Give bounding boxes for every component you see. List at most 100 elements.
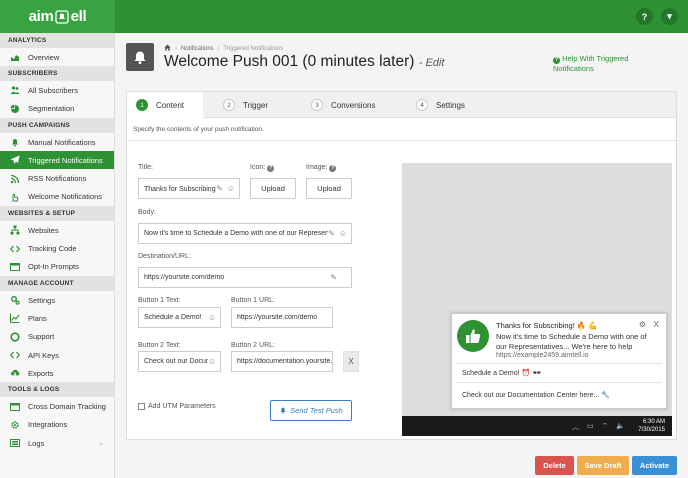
tab-content[interactable]: 1 Content bbox=[127, 92, 203, 118]
sidebar-item-websites[interactable]: Websites bbox=[0, 221, 114, 239]
send-test-push-button[interactable]: Send Test Push bbox=[270, 400, 352, 421]
sidebar-section-tools-logs: TOOLS & LOGS bbox=[0, 382, 114, 398]
icon-label: Icon: ? bbox=[250, 164, 275, 172]
chart-icon bbox=[9, 52, 20, 63]
button1-text-input[interactable]: Schedule a Demo! ☺ bbox=[138, 307, 221, 328]
notification-close-button[interactable]: X bbox=[653, 319, 659, 329]
tab-trigger[interactable]: 2 Trigger bbox=[203, 92, 285, 118]
emoji-icon[interactable]: ☺ bbox=[208, 313, 216, 322]
line-chart-icon bbox=[9, 313, 20, 324]
notification-button-1[interactable]: Schedule a Demo! ⏰ 🕶 bbox=[462, 369, 541, 377]
bell-icon bbox=[9, 137, 20, 148]
logo-area[interactable]: aim ell bbox=[0, 0, 115, 33]
logo-bell-icon bbox=[55, 9, 70, 24]
activate-button[interactable]: Activate bbox=[632, 456, 677, 475]
chevron-down-icon[interactable]: ⌄ bbox=[98, 439, 104, 447]
utm-checkbox[interactable] bbox=[138, 403, 145, 410]
notification-title: Thanks for Subscribing! 🔥 💪 bbox=[496, 321, 598, 330]
notification-url: https://example2459.aimtell.io bbox=[496, 352, 589, 359]
emoji-icon[interactable]: ☺ bbox=[227, 184, 235, 193]
top-icons: ? ▾ bbox=[636, 8, 678, 25]
destination-url-input[interactable]: https://yoursite.com/demo ✎ bbox=[138, 267, 352, 288]
button2-text-label: Button 2 Text: bbox=[138, 342, 181, 349]
body-label: Body: bbox=[138, 209, 156, 216]
remove-button2-button[interactable]: X bbox=[343, 351, 359, 372]
breadcrumb: › Notifications / Triggered Notification… bbox=[164, 44, 283, 53]
users-icon bbox=[9, 85, 20, 96]
gear-icon[interactable]: ⚙ bbox=[639, 320, 646, 329]
gear-icon bbox=[9, 419, 20, 430]
sidebar-section-websites-setup: WEBSITES & SETUP bbox=[0, 206, 114, 222]
image-upload-button[interactable]: Upload bbox=[306, 178, 352, 199]
sidebar-item-logs[interactable]: Logs ⌄ bbox=[0, 434, 114, 452]
tab-settings[interactable]: 4 Settings bbox=[392, 92, 472, 118]
question-circle-icon[interactable]: ? bbox=[267, 165, 275, 172]
edit-suffix: - Edit bbox=[418, 57, 445, 69]
sidebar-item-opt-in-prompts[interactable]: Opt-In Prompts bbox=[0, 258, 114, 276]
taskbar-clock: 6:30 AM 7/30/2015 bbox=[638, 419, 665, 433]
pencil-icon[interactable]: ✎ bbox=[216, 184, 223, 193]
sidebar-item-settings[interactable]: Settings bbox=[0, 291, 114, 309]
sidebar-item-segmentation[interactable]: Segmentation bbox=[0, 100, 114, 118]
sitemap-icon bbox=[9, 225, 20, 236]
button1-url-label: Button 1 URL: bbox=[231, 297, 275, 304]
button2-url-label: Button 2 URL: bbox=[231, 342, 275, 349]
delete-button[interactable]: Delete bbox=[535, 456, 574, 475]
sidebar-item-exports[interactable]: Exports bbox=[0, 364, 114, 382]
sidebar-item-triggered-notifications[interactable]: Triggered Notifications bbox=[0, 151, 114, 170]
sidebar-section-push-campaigns: PUSH CAMPAIGNS bbox=[0, 117, 114, 133]
cloud-download-icon bbox=[9, 368, 20, 379]
page-title: Welcome Push 001 (0 minutes later) - Edi… bbox=[164, 53, 445, 70]
help-link[interactable]: ? Help With Triggered Notifications bbox=[553, 54, 663, 74]
home-icon[interactable] bbox=[164, 44, 171, 53]
icon-upload-button[interactable]: Upload bbox=[250, 178, 296, 199]
sidebar-item-overview[interactable]: Overview bbox=[0, 48, 114, 66]
emoji-icon[interactable]: ☺ bbox=[208, 357, 216, 366]
button2-url-input[interactable]: https://documentation.yoursite.com bbox=[231, 351, 333, 372]
window-icon bbox=[9, 401, 20, 412]
sidebar-item-plans[interactable]: Plans bbox=[0, 309, 114, 327]
chevron-up-icon: ︿ bbox=[572, 424, 579, 431]
pencil-icon[interactable]: ✎ bbox=[328, 229, 335, 238]
rss-icon bbox=[9, 173, 20, 184]
question-circle-icon: ? bbox=[553, 57, 560, 64]
cogs-icon bbox=[9, 295, 20, 306]
image-label: Image: ? bbox=[306, 164, 337, 172]
pencil-icon[interactable]: ✎ bbox=[330, 273, 337, 282]
sidebar-item-rss-notifications[interactable]: RSS Notifications bbox=[0, 169, 114, 187]
breadcrumb-notifications[interactable]: Notifications bbox=[181, 46, 214, 52]
emoji-icon[interactable]: ☺ bbox=[339, 229, 347, 238]
paper-plane-icon bbox=[9, 155, 20, 166]
sidebar-item-integrations[interactable]: Integrations bbox=[0, 416, 114, 434]
wifi-icon: ⌔ bbox=[601, 423, 609, 430]
help-icon[interactable]: ? bbox=[636, 8, 653, 25]
thumbs-up-icon bbox=[457, 320, 489, 352]
breadcrumb-triggered-notifications: Triggered Notifications bbox=[223, 45, 284, 52]
save-draft-button[interactable]: Save Draft bbox=[577, 456, 629, 475]
button1-url-input[interactable]: https://yoursite.com/demo bbox=[231, 307, 333, 328]
body-input[interactable]: Now it's time to Schedule a Demo with on… bbox=[138, 223, 352, 244]
button1-text-label: Button 1 Text: bbox=[138, 297, 181, 304]
sidebar-item-api-keys[interactable]: API Keys bbox=[0, 346, 114, 364]
title-input[interactable]: Thanks for Subscribing! 🔥 💪✎☺ bbox=[138, 178, 240, 199]
list-icon bbox=[9, 438, 20, 449]
tab-bar: 1 Content 2 Trigger 3 Conversions 4 Settings bbox=[127, 92, 676, 118]
sidebar-item-all-subscribers[interactable]: All Subscribers bbox=[0, 81, 114, 99]
notification-preview: Thanks for Subscribing! 🔥 💪 Now it's tim… bbox=[451, 313, 667, 409]
question-circle-icon[interactable]: ? bbox=[329, 165, 337, 172]
sidebar-item-welcome-notifications[interactable]: Welcome Notifications bbox=[0, 188, 114, 206]
utm-checkbox-row[interactable]: Add UTM Parameters bbox=[138, 403, 216, 410]
button2-text-input[interactable]: Check out our Documentation☺ bbox=[138, 351, 221, 372]
sidebar-section-analytics: ANALYTICS bbox=[0, 33, 114, 48]
window-icon bbox=[9, 261, 20, 272]
sidebar-section-subscribers: SUBSCRIBERS bbox=[0, 66, 114, 82]
sidebar-item-tracking-code[interactable]: Tracking Code bbox=[0, 239, 114, 257]
sidebar-item-support[interactable]: Support bbox=[0, 328, 114, 346]
code-icon bbox=[9, 350, 20, 361]
account-menu-chevron-icon[interactable]: ▾ bbox=[661, 8, 678, 25]
logo: aim ell bbox=[28, 8, 87, 25]
sidebar-item-cross-domain-tracking[interactable]: Cross Domain Tracking bbox=[0, 397, 114, 415]
tab-conversions[interactable]: 3 Conversions bbox=[285, 92, 392, 118]
sidebar-item-manual-notifications[interactable]: Manual Notifications bbox=[0, 133, 114, 151]
notification-button-2[interactable]: Check out our Documentation Center here.… bbox=[462, 391, 610, 399]
